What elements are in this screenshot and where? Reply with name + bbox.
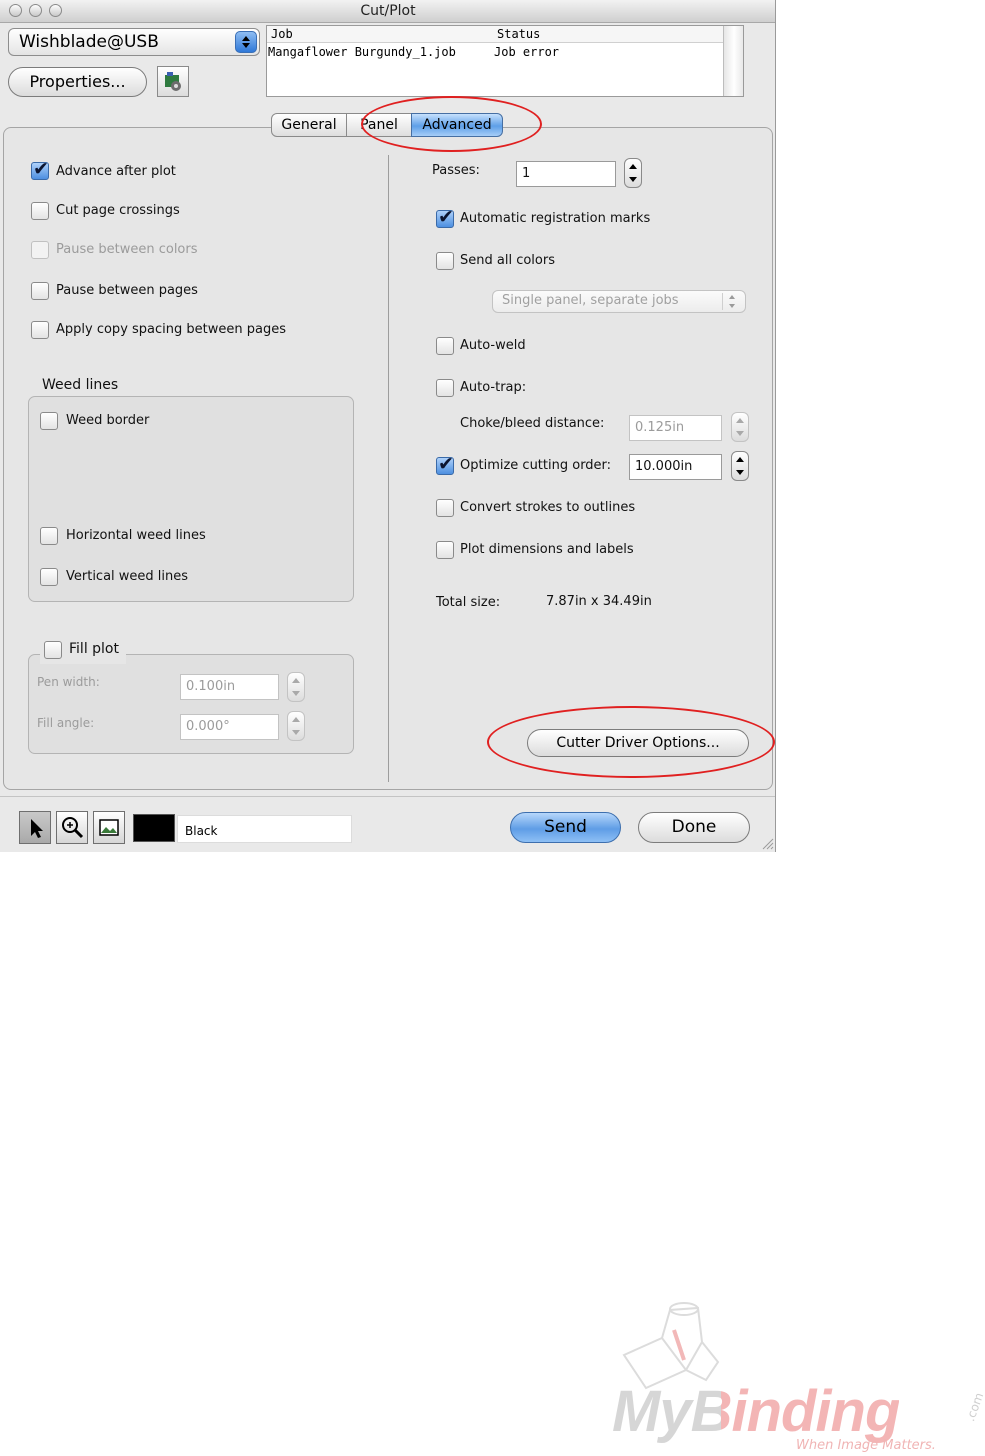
done-button[interactable]: Done: [638, 812, 750, 843]
pause-between-pages-checkbox[interactable]: [31, 282, 49, 300]
logo-tagline: When Image Matters.: [796, 1438, 936, 1453]
color-name: Black: [185, 824, 218, 838]
pen-width-field[interactable]: 0.100in: [180, 674, 279, 700]
vertical-weed-lines-label: Vertical weed lines: [66, 569, 189, 584]
advance-after-plot-label: Advance after plot: [56, 164, 176, 179]
passes-field[interactable]: 1: [516, 161, 616, 187]
properties-button[interactable]: Properties...: [8, 67, 147, 97]
select-tool-button[interactable]: [19, 811, 51, 844]
convert-strokes-label: Convert strokes to outlines: [460, 500, 636, 515]
zoom-tool-button[interactable]: [56, 811, 88, 844]
highlight-ellipse-tabs: [361, 96, 542, 152]
device-settings-button[interactable]: [157, 66, 189, 97]
total-size-label: Total size:: [436, 595, 501, 610]
job-column-header[interactable]: Job: [271, 27, 293, 41]
pen-width-label: Pen width:: [37, 675, 100, 689]
fill-plot-title: Fill plot: [69, 641, 119, 657]
auto-weld-label: Auto-weld: [460, 338, 526, 353]
logo-brand: MyBinding: [612, 1378, 900, 1445]
job-name-cell[interactable]: Mangaflower Burgundy_1.job: [268, 45, 456, 59]
tab-general[interactable]: General: [271, 113, 347, 137]
passes-label: Passes:: [432, 163, 480, 178]
fill-plot-checkbox[interactable]: [44, 641, 62, 659]
device-selected: Wishblade@USB: [19, 32, 159, 52]
logo-suffix: .com: [963, 1390, 985, 1424]
fill-angle-label: Fill angle:: [37, 716, 95, 730]
plot-dimensions-checkbox[interactable]: [436, 541, 454, 559]
passes-stepper[interactable]: [624, 158, 642, 188]
weed-lines-title: Weed lines: [42, 377, 119, 393]
optimize-cutting-order-stepper[interactable]: [731, 451, 749, 481]
job-list[interactable]: Job Status Mangaflower Burgundy_1.job Jo…: [266, 25, 744, 97]
device-popup[interactable]: Wishblade@USB: [8, 28, 260, 56]
color-name-field: Black: [177, 815, 352, 843]
chevron-updown-icon: [722, 293, 743, 310]
pause-between-colors-label: Pause between colors: [56, 242, 198, 257]
panel-mode-selected: Single panel, separate jobs: [502, 293, 679, 308]
automatic-registration-marks-checkbox[interactable]: ✔: [436, 206, 454, 228]
auto-trap-checkbox[interactable]: [436, 379, 454, 397]
pause-between-pages-label: Pause between pages: [56, 283, 198, 298]
job-status-cell[interactable]: Job error: [494, 45, 559, 59]
color-swatch[interactable]: [133, 814, 175, 842]
pen-width-stepper[interactable]: [287, 672, 305, 702]
convert-strokes-checkbox[interactable]: [436, 499, 454, 517]
binding-machine-icon: [622, 1302, 720, 1390]
panel-mode-popup: Single panel, separate jobs: [492, 290, 746, 313]
choke-bleed-label: Choke/bleed distance:: [460, 416, 605, 431]
status-column-header[interactable]: Status: [497, 27, 540, 41]
auto-weld-checkbox[interactable]: [436, 337, 454, 355]
resize-grip-icon[interactable]: [760, 836, 774, 850]
optimize-cutting-order-label: Optimize cutting order:: [460, 458, 612, 473]
choke-bleed-field[interactable]: 0.125in: [629, 415, 722, 441]
send-button[interactable]: Send: [510, 812, 621, 843]
optimize-cutting-order-checkbox[interactable]: ✔: [436, 453, 454, 475]
job-list-header: [267, 26, 723, 43]
horizontal-weed-lines-label: Horizontal weed lines: [66, 528, 206, 543]
title-bar: Cut/Plot: [0, 0, 775, 23]
cut-page-crossings-checkbox[interactable]: [31, 202, 49, 220]
logo-brand-text: MyBinding: [612, 1379, 900, 1444]
vertical-weed-lines-checkbox[interactable]: [40, 568, 58, 586]
mybinding-logo: MyBinding .com When Image Matters.: [612, 1300, 985, 1456]
automatic-registration-marks-label: Automatic registration marks: [460, 211, 651, 226]
choke-bleed-stepper[interactable]: [731, 412, 749, 442]
cut-plot-window: Cut/Plot Wishblade@USB Properties... Job…: [0, 0, 776, 852]
plot-dimensions-label: Plot dimensions and labels: [460, 542, 634, 557]
total-size-value: 7.87in x 34.49in: [546, 594, 652, 609]
check-icon: ✔: [438, 206, 454, 228]
advance-after-plot-checkbox[interactable]: ✔: [31, 158, 49, 180]
column-divider: [388, 155, 389, 782]
highlight-ellipse-cutter-options: [487, 706, 775, 778]
send-all-colors-label: Send all colors: [460, 253, 555, 268]
check-icon: ✔: [33, 158, 49, 180]
optimize-cutting-order-field[interactable]: 10.000in: [629, 454, 722, 480]
job-list-scrollbar[interactable]: [723, 26, 743, 96]
device-gear-icon: [165, 72, 181, 91]
apply-copy-spacing-checkbox[interactable]: [31, 321, 49, 339]
check-icon: ✔: [438, 453, 454, 475]
weed-border-label: Weed border: [66, 413, 150, 428]
chevron-updown-icon: [235, 31, 257, 53]
send-all-colors-checkbox[interactable]: [436, 252, 454, 270]
auto-trap-label: Auto-trap:: [460, 380, 527, 395]
horizontal-weed-lines-checkbox[interactable]: [40, 527, 58, 545]
cut-page-crossings-label: Cut page crossings: [56, 203, 180, 218]
arrow-pointer-icon: [31, 819, 43, 838]
image-preview-icon: [99, 819, 119, 836]
weed-border-checkbox[interactable]: [40, 412, 58, 430]
window-title: Cut/Plot: [360, 3, 416, 19]
apply-copy-spacing-label: Apply copy spacing between pages: [56, 322, 286, 337]
pause-between-colors-checkbox: [31, 241, 49, 259]
fill-angle-stepper[interactable]: [287, 711, 305, 741]
fill-angle-field[interactable]: 0.000°: [180, 714, 279, 740]
magnifier-zoom-icon: [62, 817, 84, 839]
preview-tool-button[interactable]: [93, 811, 125, 844]
